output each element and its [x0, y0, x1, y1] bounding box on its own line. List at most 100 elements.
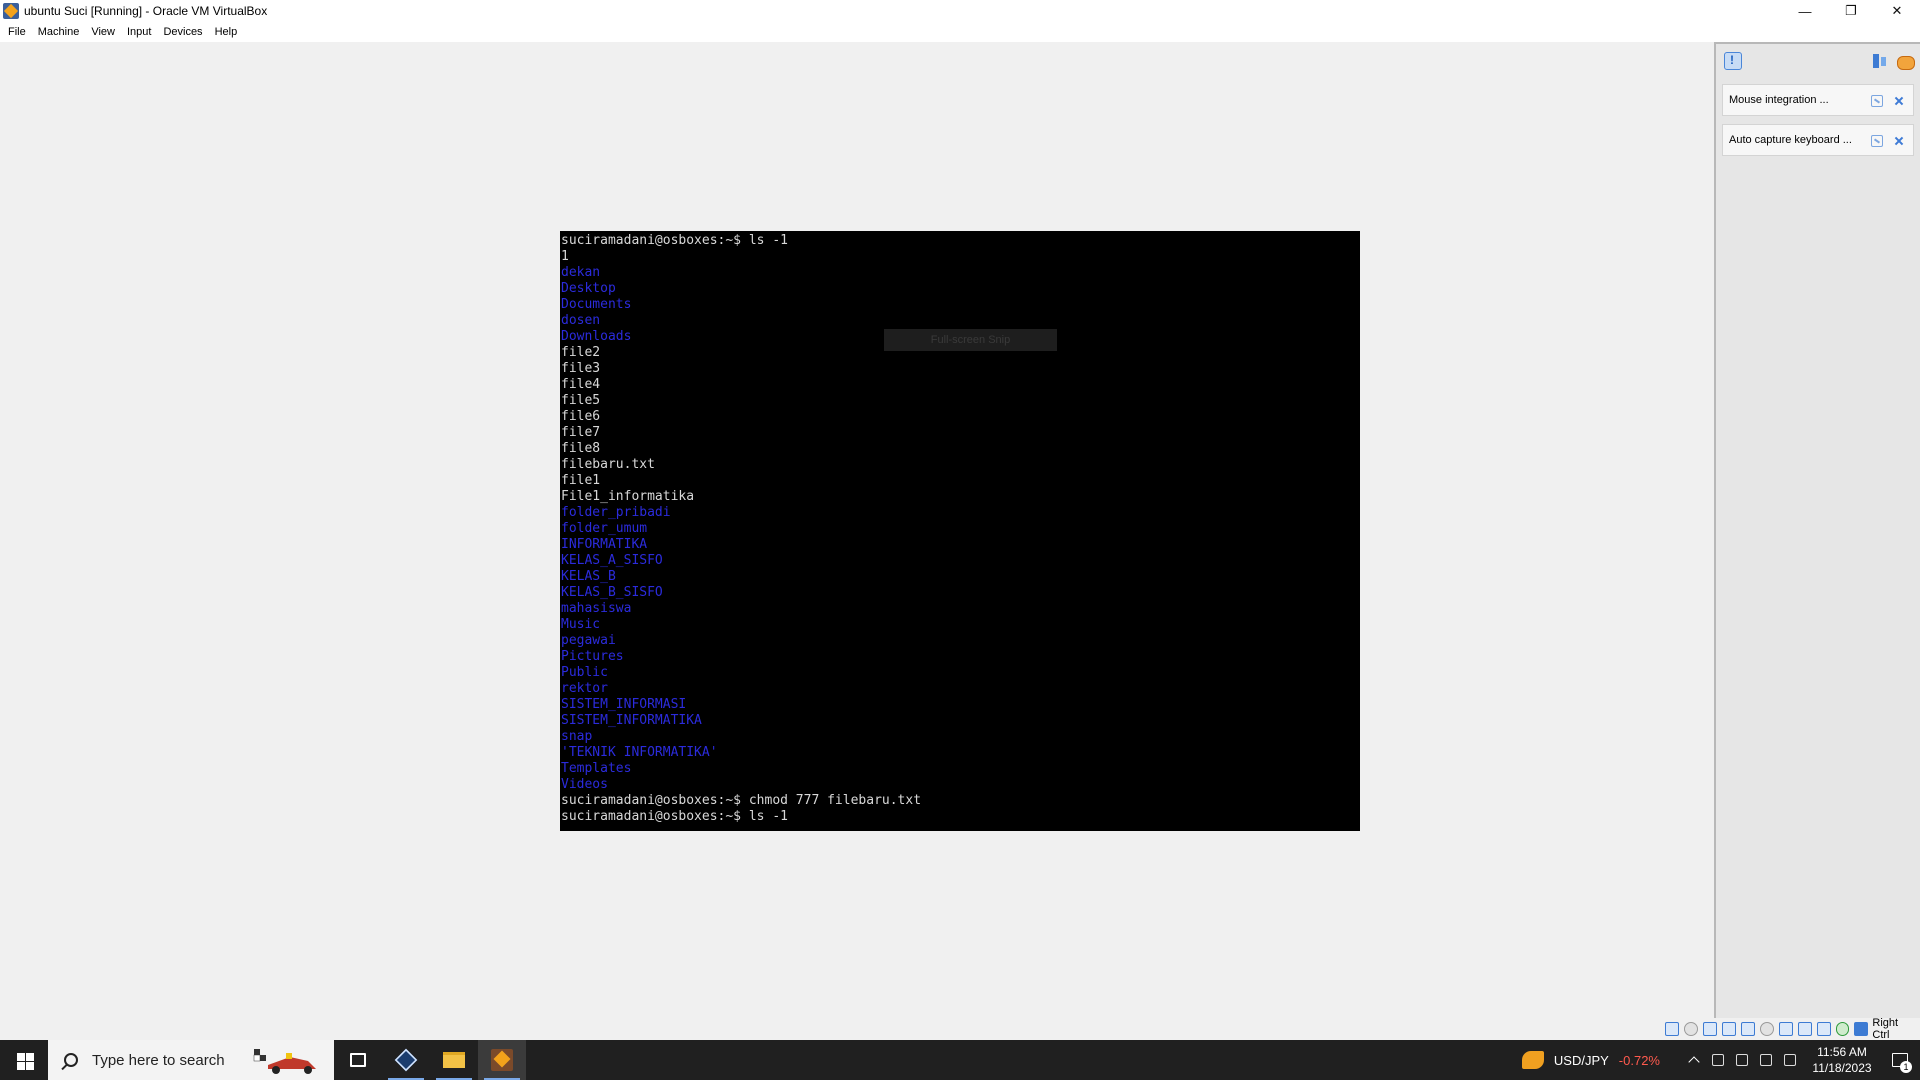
notification-dismiss-all-icon[interactable]	[1896, 52, 1915, 70]
notification-text: Auto capture keyboard ...	[1729, 134, 1852, 146]
terminal-line: file6	[561, 409, 601, 424]
security-tray-icon[interactable]	[1736, 1054, 1748, 1066]
taskbar-virtualbox-manager[interactable]	[382, 1040, 430, 1080]
show-hidden-icons-icon[interactable]	[1688, 1054, 1700, 1066]
terminal-line-directory: SISTEM_INFORMATIKA	[561, 713, 702, 728]
windows-logo-icon	[26, 1053, 34, 1061]
terminal-line: file3	[561, 361, 601, 376]
terminal-line: file8	[561, 441, 601, 456]
currency-change-label[interactable]: -0.72%	[1619, 1053, 1660, 1068]
task-view-button[interactable]	[334, 1040, 382, 1080]
search-icon	[64, 1053, 78, 1067]
full-screen-snip-label: Full-screen Snip	[884, 329, 1057, 351]
usb-icon[interactable]	[1740, 1022, 1755, 1036]
folder-icon	[443, 1052, 465, 1068]
terminal-line: file1	[561, 473, 601, 488]
vm-status-bar: Right Ctrl	[1660, 1017, 1920, 1041]
terminal-line: suciramadani@osboxes:~$ ls -1	[561, 233, 788, 248]
menu-devices[interactable]: Devices	[157, 22, 208, 42]
video-capture-icon[interactable]	[1797, 1022, 1812, 1036]
notification-info-icon[interactable]	[1724, 52, 1742, 70]
terminal-line-directory: Music	[561, 617, 601, 632]
currency-widget-icon[interactable]	[1521, 1051, 1544, 1069]
terminal-line-directory: INFORMATIKA	[561, 537, 648, 552]
windows-logo-icon	[17, 1062, 25, 1070]
dismiss-notification-icon[interactable]	[1893, 95, 1905, 107]
terminal-line: suciramadani@osboxes:~$ chmod 777 fileba…	[561, 793, 922, 808]
terminal-line: file5	[561, 393, 601, 408]
terminal-line-directory: mahasiswa	[561, 601, 632, 616]
terminal-line: file4	[561, 377, 601, 392]
terminal-line-directory: KELAS_B	[561, 569, 616, 584]
terminal-line: file7	[561, 425, 601, 440]
notification-center-panel: Mouse integration ... Auto capture keybo…	[1714, 42, 1920, 1018]
terminal-line-directory: KELAS_B_SISFO	[561, 585, 663, 600]
restore-button[interactable]: ❐	[1828, 0, 1874, 22]
action-center-button[interactable]: 1	[1880, 1040, 1920, 1080]
window-title-bar: ubuntu Suci [Running] - Oracle VM Virtua…	[0, 0, 1920, 22]
clock-time: 11:56 AM	[1817, 1045, 1867, 1059]
terminal-line-directory: pegawai	[561, 633, 616, 648]
task-view-icon	[350, 1053, 366, 1067]
windows-taskbar: Type here to search USD/JPY -0.72% 11:56	[0, 1040, 1920, 1080]
volume-muted-icon[interactable]	[1784, 1054, 1796, 1066]
virtualbox-icon	[394, 1048, 418, 1072]
terminal-line-directory: Pictures	[561, 649, 624, 664]
virtualbox-vm-icon	[491, 1049, 513, 1071]
start-button[interactable]	[0, 1040, 48, 1080]
recording-icon[interactable]	[1816, 1022, 1831, 1036]
do-not-show-again-icon[interactable]	[1871, 95, 1883, 107]
menu-machine[interactable]: Machine	[32, 22, 86, 42]
device-tray-icon[interactable]	[1712, 1054, 1724, 1066]
taskbar-clock[interactable]: 11:56 AM 11/18/2023	[1804, 1044, 1880, 1076]
audio-icon[interactable]	[1702, 1022, 1717, 1036]
terminal-line-directory: rektor	[561, 681, 608, 696]
taskbar-search-box[interactable]: Type here to search	[48, 1040, 334, 1080]
minimize-button[interactable]: —	[1782, 0, 1828, 22]
shared-folders-icon[interactable]	[1759, 1022, 1774, 1036]
menu-file[interactable]: File	[2, 22, 32, 42]
close-button[interactable]: ✕	[1874, 0, 1920, 22]
notification-count-badge: 1	[1900, 1061, 1912, 1073]
terminal-line-directory: dekan	[561, 265, 601, 280]
terminal-line-directory: Desktop	[561, 281, 616, 296]
display-icon[interactable]	[1778, 1022, 1793, 1036]
window-controls: — ❐ ✕	[1782, 0, 1920, 22]
mouse-integration-icon[interactable]	[1854, 1022, 1869, 1036]
virtualbox-app-icon	[3, 3, 19, 19]
taskbar-file-explorer[interactable]	[430, 1040, 478, 1080]
notification-panel-header	[1716, 44, 1920, 80]
terminal-line-directory: folder_umum	[561, 521, 648, 536]
menu-help[interactable]: Help	[209, 22, 244, 42]
terminal-line: suciramadani@osboxes:~$ ls -1	[561, 809, 788, 824]
do-not-show-again-icon[interactable]	[1871, 135, 1883, 147]
clock-date: 11/18/2023	[1812, 1061, 1872, 1075]
terminal-console[interactable]: suciramadani@osboxes:~$ ls -1 1 dekan Deskt…	[560, 231, 1360, 831]
terminal-line: 1	[561, 249, 569, 264]
menu-bar: File Machine View Input Devices Help	[0, 22, 1920, 42]
network-icon[interactable]	[1721, 1022, 1736, 1036]
search-highlight-illustration	[253, 1049, 316, 1074]
terminal-line: filebaru.txt	[561, 457, 655, 472]
optical-drive-icon[interactable]	[1684, 1022, 1698, 1036]
notification-mouse-integration[interactable]: Mouse integration ...	[1722, 84, 1914, 116]
windows-logo-icon	[17, 1053, 25, 1061]
menu-input[interactable]: Input	[121, 22, 157, 42]
notification-text: Mouse integration ...	[1729, 94, 1829, 106]
terminal-line-directory: Public	[561, 665, 608, 680]
currency-pair-label[interactable]: USD/JPY	[1554, 1053, 1609, 1068]
hard-disk-icon[interactable]	[1665, 1022, 1679, 1036]
vm-display[interactable]: suciramadani@osboxes:~$ ls -1 1 dekan Deskt…	[0, 42, 1714, 1038]
notification-auto-capture-keyboard[interactable]: Auto capture keyboard ...	[1722, 124, 1914, 156]
notification-sort-icon[interactable]	[1870, 52, 1888, 70]
taskbar-virtualbox-vm[interactable]	[478, 1040, 526, 1080]
terminal-line-directory: Videos	[561, 777, 608, 792]
menu-view[interactable]: View	[85, 22, 121, 42]
windows-logo-icon	[26, 1062, 34, 1070]
network-tray-icon[interactable]	[1760, 1054, 1772, 1066]
dismiss-notification-icon[interactable]	[1893, 135, 1905, 147]
terminal-line-directory: Documents	[561, 297, 632, 312]
cpu-activity-icon[interactable]	[1835, 1022, 1850, 1036]
host-key-label: Right Ctrl	[1872, 1017, 1899, 1041]
terminal-line-directory: folder_pribadi	[561, 505, 671, 520]
